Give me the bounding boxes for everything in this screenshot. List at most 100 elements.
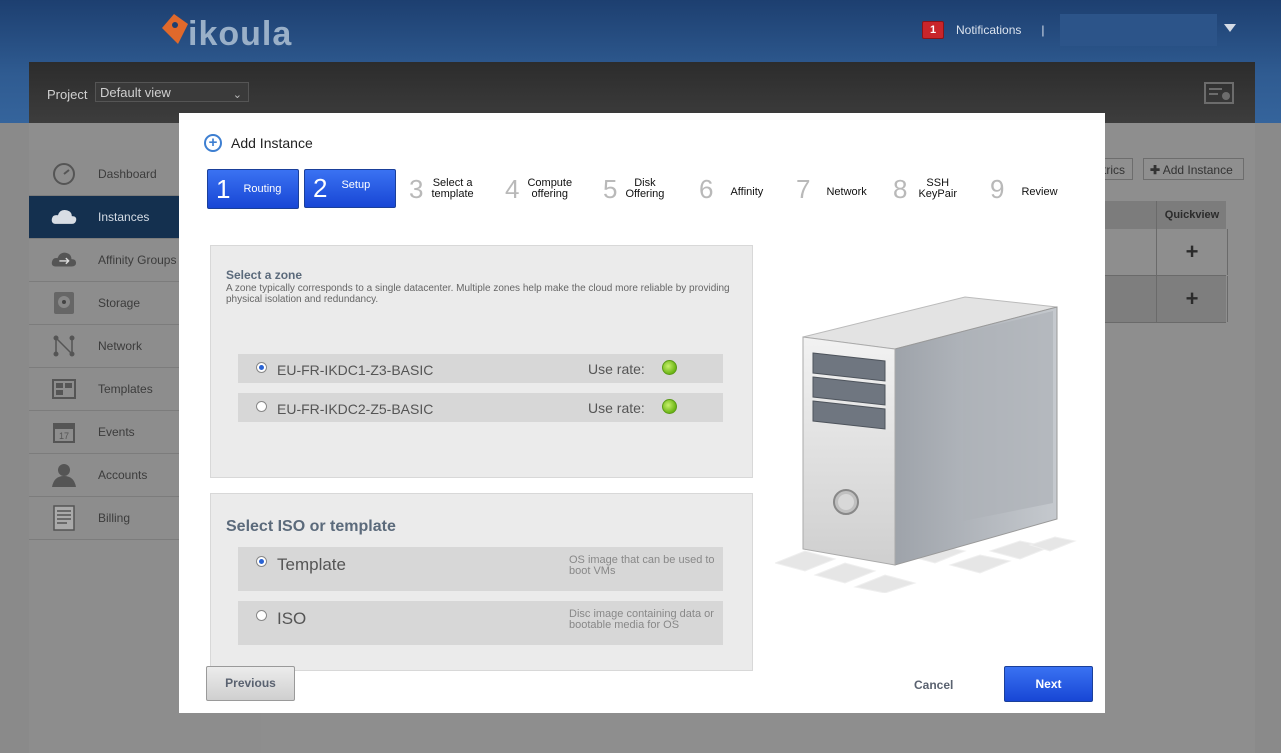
zone-name: EU-FR-IKDC2-Z5-BASIC bbox=[277, 401, 434, 417]
cloud-icon bbox=[51, 204, 77, 230]
step-number: 8 bbox=[893, 173, 908, 204]
sidebar-item-label: Instances bbox=[98, 210, 150, 224]
previous-button[interactable]: Previous bbox=[206, 666, 295, 701]
step-label-line2: Offering bbox=[625, 188, 665, 200]
zone-title: Select a zone bbox=[226, 268, 303, 282]
iso-template-panel: Select ISO or template Template OS image… bbox=[210, 493, 753, 671]
svg-text:17: 17 bbox=[59, 431, 69, 441]
zone-radio[interactable] bbox=[256, 362, 267, 373]
step-routing[interactable]: 1 Routing bbox=[207, 169, 299, 209]
step-label: Network bbox=[826, 185, 867, 198]
step-label-line2: offering bbox=[531, 188, 569, 200]
step-number: 1 bbox=[216, 173, 231, 204]
step-label: Select a template bbox=[431, 178, 473, 200]
step-label: Compute offering bbox=[527, 178, 572, 200]
user-menu[interactable] bbox=[1060, 14, 1217, 46]
iso-radio[interactable] bbox=[256, 610, 267, 621]
header-separator: | bbox=[1041, 23, 1045, 37]
sidebar-item-label: Affinity Groups bbox=[98, 253, 177, 267]
step-label: Affinity bbox=[730, 185, 764, 198]
zone-option[interactable]: EU-FR-IKDC2-Z5-BASIC Use rate: bbox=[238, 393, 723, 422]
step-label-line2: template bbox=[431, 188, 474, 200]
server-tower-illustration bbox=[775, 296, 1077, 593]
zone-panel: Select a zone A zone typically correspon… bbox=[210, 245, 753, 478]
template-radio[interactable] bbox=[256, 556, 267, 567]
metrics-button-label: trics bbox=[1103, 163, 1125, 177]
sidebar-item-label: Billing bbox=[98, 511, 131, 525]
step-ssh-keypair[interactable]: 8 SSH KeyPair bbox=[893, 169, 957, 209]
zone-name: EU-FR-IKDC1-Z3-BASIC bbox=[277, 362, 434, 378]
notifications-count-badge: 1 bbox=[922, 21, 944, 39]
quickview-header: Quickview bbox=[1156, 201, 1227, 229]
step-disk-offering[interactable]: 5 Disk Offering bbox=[603, 169, 664, 209]
sidebar-item-label: Events bbox=[98, 425, 135, 439]
option-name: Template bbox=[277, 555, 346, 574]
step-compute-offering[interactable]: 4 Compute offering bbox=[505, 169, 572, 209]
use-rate-label: Use rate: bbox=[588, 361, 645, 377]
user-icon bbox=[51, 462, 77, 488]
step-number: 3 bbox=[409, 173, 424, 204]
step-label-line2: KeyPair bbox=[918, 188, 957, 200]
user-menu-dropdown-icon[interactable] bbox=[1224, 24, 1236, 32]
dashboard-icon bbox=[51, 161, 77, 187]
quickview-plus-icon[interactable]: + bbox=[1156, 229, 1228, 275]
step-review[interactable]: 9 Review bbox=[990, 169, 1058, 209]
step-number: 6 bbox=[699, 173, 714, 204]
project-selected-value: Default view bbox=[100, 85, 171, 100]
step-label: Routing bbox=[243, 182, 282, 195]
use-rate-indicator-icon bbox=[662, 360, 677, 375]
step-number: 2 bbox=[313, 173, 328, 203]
add-instance-dialog: + Add Instance 1 Routing 2 Setup 3 Selec… bbox=[179, 113, 1105, 713]
add-instance-bg-button[interactable]: ✚ Add Instance bbox=[1143, 158, 1244, 180]
step-number: 4 bbox=[505, 173, 520, 204]
add-circle-icon: + bbox=[204, 134, 222, 152]
step-affinity[interactable]: 6 Affinity bbox=[699, 169, 763, 209]
sidebar-item-label: Storage bbox=[98, 296, 141, 310]
iso-option[interactable]: ISO Disc image containing data or bootab… bbox=[238, 601, 723, 645]
step-setup[interactable]: 2 Setup bbox=[304, 169, 396, 208]
step-number: 5 bbox=[603, 173, 618, 204]
option-name: ISO bbox=[277, 609, 307, 628]
zone-radio[interactable] bbox=[256, 401, 267, 412]
sidebar-item-label: Accounts bbox=[98, 468, 148, 482]
calendar-icon: 17 bbox=[51, 419, 77, 445]
storage-icon bbox=[51, 290, 77, 316]
use-rate-indicator-icon bbox=[662, 399, 677, 414]
sidebar-item-label: Network bbox=[98, 339, 143, 353]
affinity-groups-icon bbox=[51, 247, 77, 273]
step-number: 7 bbox=[796, 173, 811, 204]
step-label: Review bbox=[1021, 185, 1058, 198]
next-button[interactable]: Next bbox=[1004, 666, 1093, 702]
notifications-label: Notifications bbox=[956, 23, 1022, 37]
sidebar-item-label: Dashboard bbox=[98, 167, 157, 181]
logo-text: ikoula bbox=[188, 15, 293, 53]
notifications[interactable]: 1 Notifications | bbox=[922, 21, 1045, 39]
chevron-down-icon: ⌄ bbox=[232, 89, 242, 101]
iso-template-title: Select ISO or template bbox=[226, 518, 396, 535]
cancel-button[interactable]: Cancel bbox=[914, 678, 953, 692]
zone-description: A zone typically corresponds to a single… bbox=[226, 283, 730, 305]
template-option[interactable]: Template OS image that can be used to bo… bbox=[238, 547, 723, 591]
step-label: Setup bbox=[341, 179, 371, 191]
network-icon bbox=[51, 333, 77, 359]
step-label: Disk Offering bbox=[625, 178, 664, 200]
project-label: Project bbox=[47, 87, 88, 102]
step-number: 9 bbox=[990, 173, 1005, 204]
step-label: SSH KeyPair bbox=[918, 178, 957, 200]
option-description: OS image that can be used to boot VMs bbox=[569, 554, 715, 577]
dialog-title-text: Add Instance bbox=[231, 135, 313, 151]
templates-icon bbox=[51, 376, 77, 402]
project-select[interactable]: Default view ⌄ bbox=[95, 82, 249, 102]
certificate-icon[interactable] bbox=[1204, 82, 1234, 106]
plus-icon: ✚ bbox=[1150, 163, 1161, 177]
logo[interactable]: ikoula bbox=[158, 6, 292, 56]
add-instance-bg-label: Add Instance bbox=[1162, 163, 1233, 177]
quickview-plus-icon[interactable]: + bbox=[1156, 276, 1228, 322]
step-select-template[interactable]: 3 Select a template bbox=[409, 169, 474, 209]
option-description: Disc image containing data or bootable m… bbox=[569, 608, 714, 631]
zone-option[interactable]: EU-FR-IKDC1-Z3-BASIC Use rate: bbox=[238, 354, 723, 383]
step-network[interactable]: 7 Network bbox=[796, 169, 867, 209]
dialog-title: + Add Instance bbox=[204, 134, 313, 152]
sidebar-item-label: Templates bbox=[98, 382, 153, 396]
billing-icon bbox=[51, 505, 77, 531]
